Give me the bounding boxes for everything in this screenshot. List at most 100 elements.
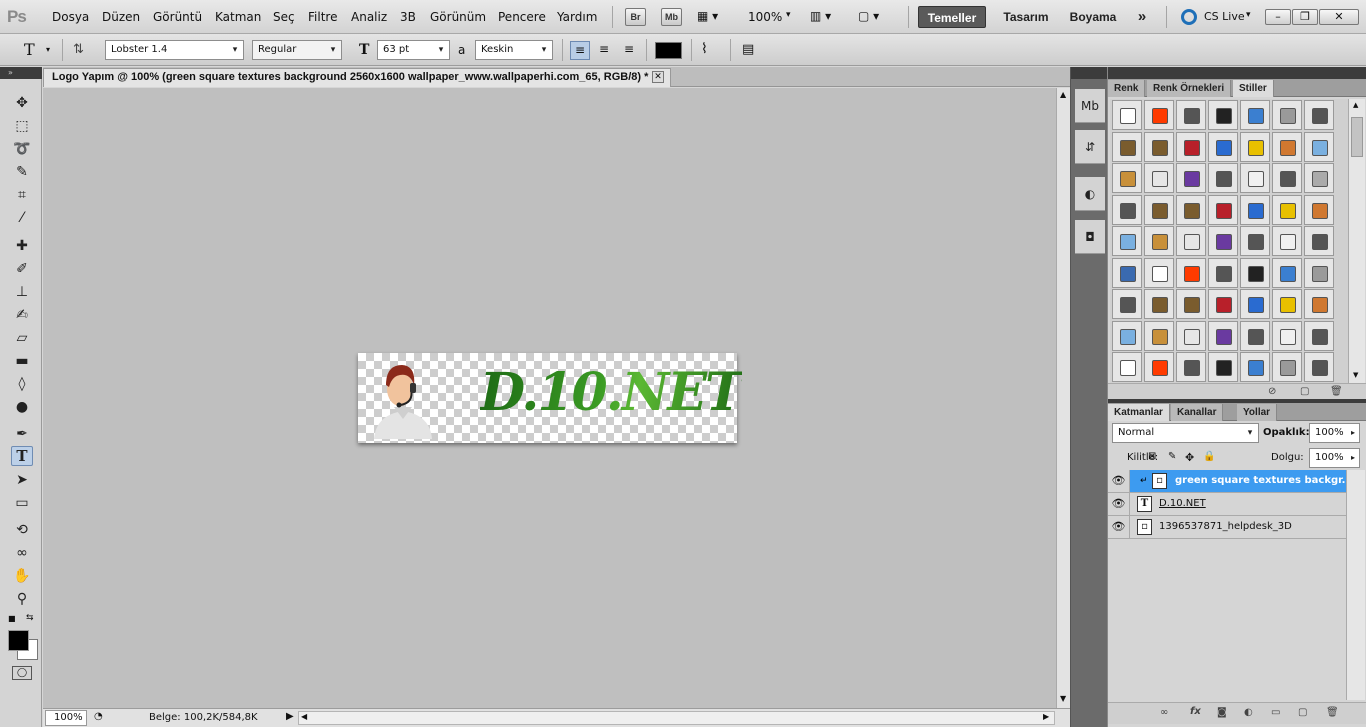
antialias-select[interactable]: Keskin ▾ [475, 40, 553, 60]
menu-dosya[interactable]: Dosya [52, 10, 89, 24]
extras-view-icon[interactable]: ▦ ▾ [697, 9, 729, 25]
style-swatch[interactable] [1272, 257, 1302, 288]
blend-mode-select[interactable]: Normal ▾ [1112, 423, 1259, 443]
foreground-color-swatch[interactable] [8, 630, 29, 651]
layer-row[interactable]: 👁 ↵ ▫ green square textures backgr... [1108, 470, 1353, 493]
type-tool-icon[interactable]: T [11, 446, 33, 466]
3d-orbit-tool-icon[interactable]: ∞ [11, 543, 33, 563]
font-size-select[interactable]: 63 pt ▾ [377, 40, 450, 60]
style-swatch[interactable] [1272, 320, 1302, 351]
styles-scrollbar[interactable]: ▲ ▼ [1348, 99, 1365, 383]
style-swatch[interactable] [1144, 226, 1174, 256]
tab-yollar[interactable]: Yollar [1237, 404, 1278, 421]
menu-sec[interactable]: Seç [273, 10, 295, 24]
style-swatch[interactable] [1304, 100, 1334, 130]
tool-preset-dropdown-icon[interactable]: ▾ [46, 45, 50, 54]
style-swatch[interactable] [1144, 194, 1174, 225]
tab-stiller[interactable]: Stiller [1233, 80, 1274, 97]
link-layers-icon[interactable]: ∞ [1160, 707, 1168, 718]
style-swatch[interactable] [1176, 226, 1206, 256]
lasso-tool-icon[interactable]: ➰ [11, 139, 33, 159]
workspace-temeller[interactable]: Temeller [918, 6, 986, 28]
align-left-icon[interactable]: ≡ [570, 41, 590, 60]
style-swatch[interactable] [1112, 352, 1142, 382]
style-swatch[interactable] [1112, 194, 1142, 225]
close-document-icon[interactable]: ✕ [652, 71, 664, 83]
delete-style-icon[interactable]: 🗑 [1330, 386, 1343, 397]
style-swatch[interactable] [1176, 100, 1206, 130]
cs-live-dropdown-icon[interactable]: ▾ [1246, 10, 1251, 20]
bridge-button[interactable]: Br [625, 8, 646, 26]
font-style-select[interactable]: Regular ▾ [252, 40, 342, 60]
eyedropper-tool-icon[interactable]: ⁄ [11, 208, 33, 228]
style-swatch[interactable] [1176, 131, 1206, 162]
menu-3b[interactable]: 3B [400, 10, 416, 24]
style-swatch[interactable] [1112, 163, 1142, 193]
more-workspaces-icon[interactable]: » [1128, 6, 1156, 28]
style-swatch[interactable] [1240, 257, 1270, 288]
marquee-tool-icon[interactable]: ⬚ [11, 116, 33, 136]
style-swatch[interactable] [1176, 352, 1206, 382]
style-swatch[interactable] [1176, 194, 1206, 225]
style-swatch[interactable] [1304, 194, 1334, 225]
gradient-tool-icon[interactable]: ▬ [11, 351, 33, 371]
layer-style-icon[interactable]: fx [1190, 706, 1201, 717]
adjustment-layer-icon[interactable]: ◐ [1244, 707, 1253, 718]
style-swatch[interactable] [1144, 289, 1174, 319]
tab-renk[interactable]: Renk [1108, 80, 1146, 97]
layer-visibility-icon[interactable]: 👁 [1108, 516, 1130, 538]
scroll-down-icon[interactable]: ▼ [1353, 371, 1358, 379]
status-menu-icon[interactable]: ▶ [286, 711, 294, 722]
adjustments-panel-icon[interactable]: ◐ [1075, 177, 1105, 211]
opacity-input[interactable]: 100% ▸ [1309, 423, 1360, 443]
style-swatch[interactable] [1144, 163, 1174, 193]
brush-tool-icon[interactable]: ✐ [11, 259, 33, 279]
style-swatch[interactable] [1112, 320, 1142, 351]
lock-all-icon[interactable]: 🔒 [1203, 451, 1215, 462]
scroll-left-icon[interactable]: ◀ [301, 712, 307, 721]
tab-katmanlar[interactable]: Katmanlar [1108, 404, 1170, 421]
style-swatch[interactable] [1240, 163, 1270, 193]
minibridge-button[interactable]: Mb [661, 8, 682, 26]
style-swatch[interactable] [1272, 194, 1302, 225]
eraser-tool-icon[interactable]: ▱ [11, 328, 33, 348]
style-swatch[interactable] [1208, 194, 1238, 225]
style-swatch[interactable] [1144, 100, 1174, 130]
status-zoom[interactable]: 100% [45, 710, 87, 726]
new-group-icon[interactable]: ▭ [1271, 707, 1280, 718]
collapse-tools-icon[interactable]: » [0, 67, 42, 79]
style-swatch[interactable] [1240, 194, 1270, 225]
text-orientation-icon[interactable]: ⇅ [73, 42, 84, 57]
crop-tool-icon[interactable]: ⌗ [11, 185, 33, 205]
swap-colors-icon[interactable]: ⇆ [26, 613, 34, 623]
clone-stamp-tool-icon[interactable]: ⊥ [11, 282, 33, 302]
lock-position-icon[interactable]: ✥ [1185, 451, 1194, 464]
hand-tool-icon[interactable]: ✋ [11, 566, 33, 586]
character-panel-icon[interactable]: ▤ [742, 42, 754, 57]
warp-text-icon[interactable]: ⌇ [701, 41, 708, 57]
restore-button[interactable]: ❐ [1292, 9, 1318, 25]
tab-kanallar[interactable]: Kanallar [1171, 404, 1224, 421]
style-swatch[interactable] [1272, 226, 1302, 256]
layers-scrollbar[interactable] [1346, 470, 1365, 700]
tab-renk-ornekleri[interactable]: Renk Örnekleri [1147, 80, 1232, 97]
cs-live-icon[interactable] [1181, 9, 1197, 25]
layer-visibility-icon[interactable]: 👁 [1108, 493, 1130, 515]
dodge-tool-icon[interactable]: ● [11, 397, 33, 417]
style-swatch[interactable] [1112, 226, 1142, 256]
scroll-down-icon[interactable]: ▼ [1060, 694, 1066, 703]
horizontal-scrollbar[interactable]: ◀ ▶ [298, 711, 1055, 725]
move-tool-icon[interactable]: ✥ [11, 93, 33, 113]
menu-filtre[interactable]: Filtre [308, 10, 337, 24]
style-swatch[interactable] [1144, 320, 1174, 351]
menu-katman[interactable]: Katman [215, 10, 261, 24]
layer-row[interactable]: 👁 T D.10.NET [1108, 493, 1346, 516]
style-swatch[interactable] [1112, 100, 1142, 130]
new-layer-icon[interactable]: ▢ [1298, 707, 1307, 718]
healing-brush-tool-icon[interactable]: ✚ [11, 236, 33, 256]
style-swatch[interactable] [1304, 131, 1334, 162]
style-swatch[interactable] [1208, 352, 1238, 382]
delete-layer-icon[interactable]: 🗑 [1326, 707, 1339, 718]
style-swatch[interactable] [1272, 289, 1302, 319]
artboard[interactable]: D.10.NET [358, 353, 744, 443]
